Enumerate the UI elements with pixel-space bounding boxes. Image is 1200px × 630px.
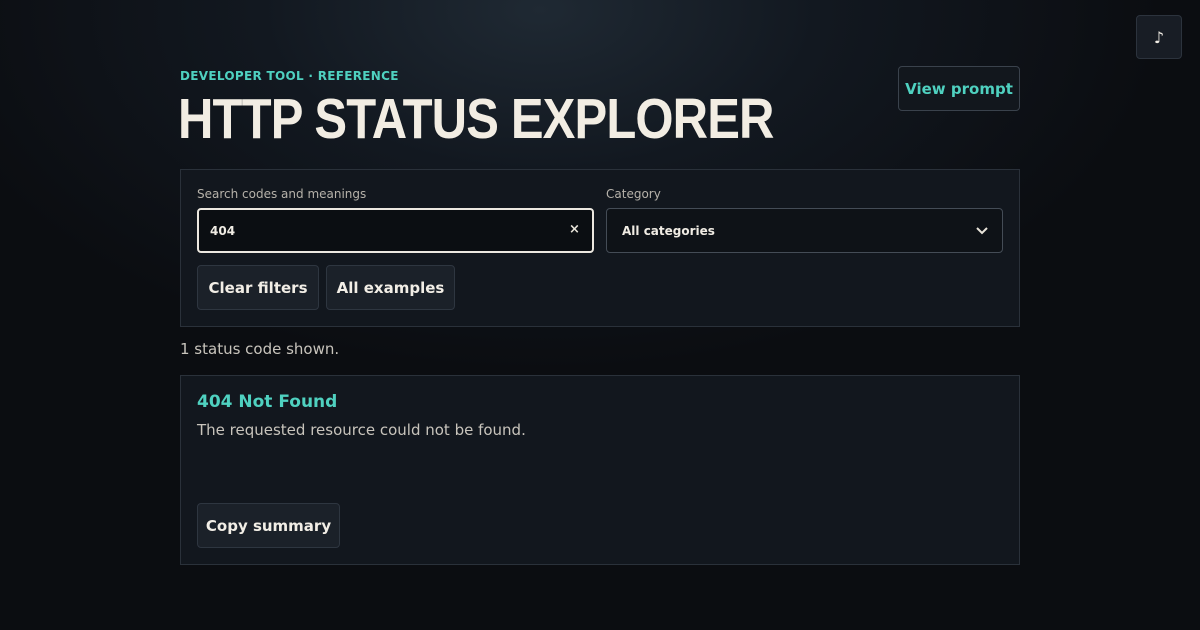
music-note-icon: ♪	[1153, 27, 1165, 47]
all-examples-button[interactable]: All examples	[326, 265, 455, 310]
clear-search-icon[interactable]: ×	[569, 222, 580, 237]
status-code-title: 404 Not Found	[197, 392, 338, 412]
status-code-description: The requested resource could not be foun…	[197, 421, 526, 439]
clear-filters-button[interactable]: Clear filters	[197, 265, 319, 310]
filters-panel: Search codes and meanings × Category All…	[180, 169, 1020, 327]
search-input[interactable]	[197, 208, 594, 253]
copy-summary-button[interactable]: Copy summary	[197, 503, 340, 548]
music-toggle-button[interactable]: ♪	[1136, 15, 1182, 59]
page-title: HTTP STATUS EXPLORER	[178, 87, 774, 151]
category-select[interactable]: All categories	[606, 208, 1003, 253]
eyebrow-label: DEVELOPER TOOL · REFERENCE	[180, 69, 399, 83]
search-label: Search codes and meanings	[197, 187, 367, 201]
view-prompt-button[interactable]: View prompt	[898, 66, 1020, 111]
status-card: 404 Not Found The requested resource cou…	[180, 375, 1020, 565]
category-selected-value: All categories	[622, 223, 715, 238]
chevron-down-icon	[976, 224, 988, 238]
category-label: Category	[606, 187, 661, 201]
results-count: 1 status code shown.	[180, 340, 340, 358]
